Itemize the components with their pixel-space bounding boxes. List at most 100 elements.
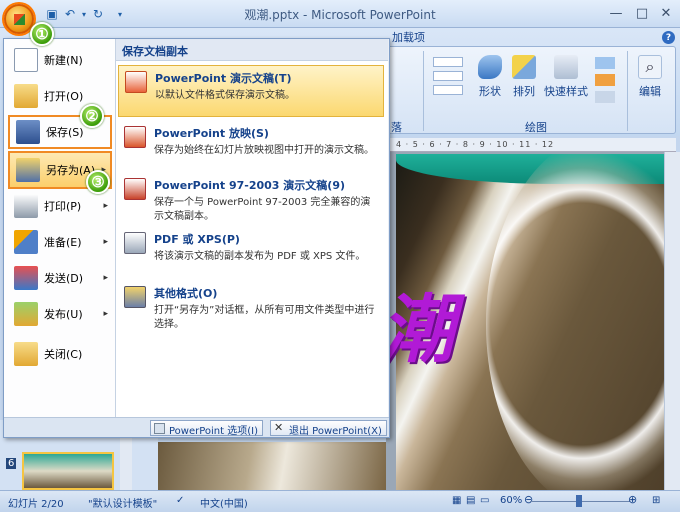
floppy-disk-icon: [16, 120, 40, 144]
submenu-item-desc: 将该演示文稿的副本发布为 PDF 或 XPS 文件。: [154, 251, 366, 262]
maximize-button[interactable]: □: [630, 3, 654, 23]
minimize-button[interactable]: —: [604, 3, 628, 23]
office-menu-footer: PowerPoint 选项(I) ✕ 退出 PowerPoint(X): [4, 417, 389, 437]
powerpoint-options-button[interactable]: PowerPoint 选项(I): [150, 420, 263, 437]
save-as-pdf-xps[interactable]: PDF 或 XPS(P) 将该演示文稿的副本发布为 PDF 或 XPS 文件。: [118, 227, 384, 279]
edit-button[interactable]: ⌕ 编辑: [633, 55, 667, 99]
submenu-item-title: PowerPoint 演示文稿(T): [155, 72, 292, 85]
window-title: 观潮.pptx - Microsoft PowerPoint: [244, 8, 436, 22]
menu-item-prepare[interactable]: 准备(E) ▸: [8, 225, 112, 259]
office-menu: 新建(N) 打开(O) 保存(S) 另存为(A) ▸ 打印(P) ▸ 准备(E)…: [3, 38, 390, 438]
ruler-marks: 4 · 5 · 6 · 7 · 8 · 9 · 10 · 11 · 12: [396, 140, 555, 149]
save-as-icon: [16, 158, 40, 182]
submenu-item-desc: 保存一个与 PowerPoint 97-2003 完全兼容的演示文稿副本。: [154, 197, 371, 222]
zoom-in-icon[interactable]: ⊕: [628, 493, 637, 506]
zoom-slider-knob[interactable]: [576, 495, 582, 507]
slide-background-strip: [158, 442, 386, 490]
office-menu-commands: 新建(N) 打开(O) 保存(S) 另存为(A) ▸ 打印(P) ▸ 准备(E)…: [4, 39, 116, 417]
step-marker-3: ③: [86, 170, 110, 194]
ribbon-panel: 形状 排列 快速样式 ⌕ 编辑 落 绘图: [386, 46, 676, 134]
quick-style-button[interactable]: 快速样式: [541, 55, 591, 99]
exit-button-label: 退出 PowerPoint(X): [289, 426, 382, 437]
submenu-item-title: PDF 或 XPS(P): [154, 233, 240, 246]
fit-window-icon[interactable]: ⊞: [652, 495, 660, 506]
office-logo-icon: [14, 14, 25, 25]
office-button[interactable]: [4, 4, 34, 34]
menu-item-publish[interactable]: 发布(U) ▸: [8, 297, 112, 331]
publish-icon: [14, 302, 38, 326]
submenu-item-desc: 以默认文件格式保存演示文稿。: [155, 90, 295, 101]
arrange-label: 排列: [513, 85, 535, 98]
slide-title-char: 潮: [380, 287, 454, 373]
step-marker-2: ②: [80, 104, 104, 128]
theme-name: "默认设计模板": [88, 499, 158, 510]
menu-item-label: 保存(S): [46, 126, 84, 139]
save-as-other[interactable]: 其他格式(O) 打开“另存为”对话框，从所有可用文件类型中进行选择。: [118, 281, 384, 333]
save-as-submenu: 保存文档副本 PowerPoint 演示文稿(T) 以默认文件格式保存演示文稿。…: [116, 39, 388, 417]
paragraph-tools: [433, 57, 463, 107]
submenu-title: 保存文档副本: [116, 39, 388, 61]
binoculars-icon: ⌕: [638, 55, 662, 79]
slide-thumbnail[interactable]: [22, 452, 114, 490]
prepare-icon: [14, 230, 38, 254]
menu-item-print[interactable]: 打印(P) ▸: [8, 189, 112, 223]
other-formats-icon: [124, 286, 146, 308]
save-as-pptx[interactable]: PowerPoint 演示文稿(T) 以默认文件格式保存演示文稿。: [118, 65, 384, 117]
menu-item-label: 发送(D): [44, 272, 84, 285]
slideshow-view-icon[interactable]: ▭: [480, 495, 489, 506]
submenu-item-desc: 保存为始终在幻灯片放映视图中打开的演示文稿。: [154, 145, 374, 156]
shape-format-tools[interactable]: [595, 57, 615, 107]
shapes-icon: [478, 55, 502, 79]
slideshow-file-icon: [124, 126, 146, 148]
pptx-file-icon: [125, 71, 147, 93]
zoom-out-icon[interactable]: ⊖: [524, 493, 533, 506]
help-icon[interactable]: ?: [662, 31, 675, 44]
language-indicator[interactable]: 中文(中国): [200, 495, 248, 510]
submenu-arrow-icon: ▸: [103, 309, 108, 319]
save-as-show[interactable]: PowerPoint 放映(S) 保存为始终在幻灯片放映视图中打开的演示文稿。: [118, 121, 384, 171]
group-separator: [627, 51, 628, 131]
close-button[interactable]: ✕: [654, 3, 678, 23]
step-marker-1: ①: [30, 22, 54, 46]
surf-foam: [486, 154, 664, 490]
close-folder-icon: [14, 342, 38, 366]
send-icon: [14, 266, 38, 290]
submenu-item-desc: 打开“另存为”对话框，从所有可用文件类型中进行选择。: [154, 305, 375, 330]
spellcheck-icon[interactable]: ✓: [176, 495, 184, 506]
menu-item-send[interactable]: 发送(D) ▸: [8, 261, 112, 295]
menu-item-close[interactable]: 关闭(C): [8, 337, 112, 371]
shape-button[interactable]: 形状: [473, 55, 507, 99]
menu-item-label: 打开(O): [44, 90, 84, 103]
submenu-arrow-icon: ▸: [103, 273, 108, 283]
save-as-ppt97[interactable]: PowerPoint 97-2003 演示文稿(9) 保存一个与 PowerPo…: [118, 173, 384, 225]
submenu-item-title: PowerPoint 97-2003 演示文稿(9): [154, 179, 346, 192]
menu-item-label: 关闭(C): [44, 348, 83, 361]
submenu-arrow-icon: ▸: [103, 201, 108, 211]
submenu-item-title: PowerPoint 放映(S): [154, 127, 269, 140]
quick-style-label: 快速样式: [544, 85, 588, 98]
sorter-view-icon[interactable]: ▤: [466, 495, 475, 506]
ruler: 4 · 5 · 6 · 7 · 8 · 9 · 10 · 11 · 12: [386, 138, 676, 152]
menu-item-label: 准备(E): [44, 236, 82, 249]
menu-item-label: 新建(N): [44, 54, 83, 67]
submenu-arrow-icon: ▸: [103, 237, 108, 247]
ppt97-file-icon: [124, 178, 146, 200]
group-drawing-label: 绘图: [525, 121, 547, 134]
arrange-button[interactable]: 排列: [507, 55, 541, 99]
status-bar: 幻灯片 2/20 "默认设计模板" ✓ 中文(中国) ▦ ▤ ▭ 60% ⊖ ⊕…: [0, 490, 680, 512]
edit-label: 编辑: [639, 85, 661, 98]
menu-item-label: 发布(U): [44, 308, 83, 321]
submenu-item-title: 其他格式(O): [154, 287, 218, 300]
printer-icon: [14, 194, 38, 218]
menu-item-new[interactable]: 新建(N): [8, 43, 112, 77]
normal-view-icon[interactable]: ▦: [452, 495, 461, 506]
quick-style-icon: [554, 55, 578, 79]
exit-powerpoint-button[interactable]: ✕ 退出 PowerPoint(X): [270, 420, 387, 437]
pdf-file-icon: [124, 232, 146, 254]
zoom-level[interactable]: 60%: [500, 495, 522, 506]
exit-icon: ✕: [274, 421, 284, 434]
options-button-label: PowerPoint 选项(I): [169, 426, 258, 437]
vertical-scrollbar[interactable]: [664, 152, 680, 490]
tab-addins[interactable]: 加载项: [392, 29, 425, 45]
arrange-icon: [512, 55, 536, 79]
